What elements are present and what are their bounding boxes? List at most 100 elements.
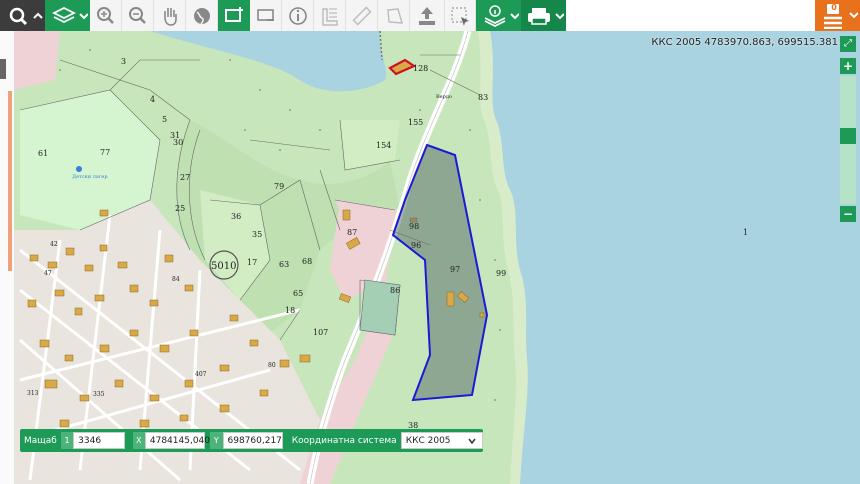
parcel-label: 61: [38, 149, 48, 158]
x-coordinate-prefix: X: [132, 432, 145, 449]
expand-icon: ⤢: [844, 38, 852, 49]
parcel-label: 83: [478, 93, 488, 102]
parcel-label: 35: [252, 230, 262, 239]
info-button[interactable]: [282, 0, 314, 31]
parcel-label: 97: [450, 265, 460, 274]
parcel-label: 99: [496, 269, 506, 278]
y-coordinate-prefix: Y: [210, 432, 223, 449]
parcel-label: 98: [409, 222, 419, 231]
print-icon: [527, 7, 564, 25]
search-button[interactable]: [0, 0, 45, 31]
info-icon: [288, 6, 307, 25]
zoom-thumb[interactable]: [840, 128, 856, 144]
layer-info-icon: [484, 4, 519, 27]
polygon-icon: [386, 7, 403, 24]
zoom-slider[interactable]: + −: [840, 58, 856, 222]
parcel-label: 335: [93, 391, 105, 398]
upload-button[interactable]: [410, 0, 445, 31]
main-toolbar: 0: [0, 0, 860, 32]
zoom-track[interactable]: [840, 76, 856, 204]
camp-marker-icon: [76, 166, 82, 172]
crs-select-value: ККС 2005: [405, 436, 451, 446]
parcel-label: 65: [293, 289, 303, 298]
measure-distance-button[interactable]: [346, 0, 378, 31]
layers-button[interactable]: [45, 0, 90, 31]
parcel-label: 128: [413, 64, 428, 73]
parcel-label: 4: [150, 95, 155, 104]
zoom-in-small-button[interactable]: +: [840, 58, 856, 74]
polygon-button[interactable]: [378, 0, 410, 31]
minus-icon: −: [842, 207, 854, 221]
parcel-label: 155: [408, 118, 423, 127]
dashed-select-icon: [451, 6, 469, 26]
full-extent-button[interactable]: [186, 0, 218, 31]
zoom-out-icon: [128, 6, 146, 24]
parcel-label: 63: [279, 260, 289, 269]
zoom-out-small-button[interactable]: −: [840, 206, 856, 222]
parcel-label: 96: [411, 241, 421, 250]
parcel-label: 5010: [211, 261, 236, 272]
parcel-label: 18: [285, 306, 295, 315]
coordinates-readout: ККС 2005 4783970.863, 699515.381: [651, 37, 838, 48]
parcel-label: 17: [247, 258, 257, 267]
scale-input[interactable]: 3346: [73, 432, 126, 449]
parcel-label: 5: [162, 115, 167, 124]
parcel-label: 79: [274, 182, 284, 191]
parcel-label: 36: [231, 212, 241, 221]
panel-tab[interactable]: [0, 59, 6, 79]
select-rectangle-button[interactable]: [218, 0, 250, 31]
select-region-button[interactable]: [250, 0, 282, 31]
parcel-label: 407: [195, 371, 207, 378]
crs-label: Координатна система: [291, 435, 397, 446]
fullscreen-button[interactable]: ⤢: [840, 36, 856, 52]
parcel-label: 80: [268, 362, 276, 369]
parcel-label: 86: [390, 286, 400, 295]
parcel-label: 3: [121, 57, 126, 66]
scale-label: Мащаб: [24, 435, 57, 446]
y-coordinate-field[interactable]: 698760,217: [222, 432, 283, 449]
pan-hand-icon: [163, 7, 177, 26]
dashed-select-button[interactable]: [445, 0, 476, 31]
x-coordinate-field[interactable]: 4784145,040: [144, 432, 210, 449]
parcel-label: 30: [173, 138, 183, 147]
parcel-label: 313: [27, 390, 39, 397]
measure-distance-icon: [352, 6, 371, 25]
parcel-label: 68: [302, 257, 312, 266]
select-rectangle-icon: [225, 6, 243, 22]
crs-select[interactable]: ККС 2005: [400, 432, 483, 449]
scale-prefix: 1: [60, 432, 74, 449]
zoom-out-button[interactable]: [122, 0, 154, 31]
measure-area-button[interactable]: [314, 0, 346, 31]
select-region-icon: [256, 8, 274, 21]
upload-icon: [419, 6, 435, 25]
map-svg: 3 4 5 31 30 27 25 17 61 77 79 36 35 63 6…: [14, 31, 860, 484]
sea-area: [490, 31, 860, 484]
map-status-bar: Мащаб 1 3346 X 4784145,040 Y 698760,217 …: [20, 429, 483, 452]
place-label: Вердо: [436, 94, 452, 100]
parcel-label: 87: [347, 228, 357, 237]
print-button[interactable]: [521, 0, 566, 31]
parcel-label: 154: [376, 141, 391, 150]
chevron-down-icon: [468, 438, 476, 445]
plus-icon: +: [842, 59, 854, 73]
parcel-label: 47: [44, 270, 52, 277]
results-count-badge: 0: [831, 3, 837, 12]
parcel-label: 84: [172, 276, 180, 283]
map-canvas[interactable]: 3 4 5 31 30 27 25 17 61 77 79 36 35 63 6…: [14, 31, 860, 484]
zoom-in-button[interactable]: [90, 0, 122, 31]
measure-area-icon: [321, 7, 338, 26]
parcel-label: 77: [100, 148, 110, 157]
panel-accent-strip: [8, 91, 12, 271]
results-panel-button[interactable]: 0: [815, 0, 860, 31]
layers-icon: [51, 6, 88, 23]
left-side-panel-handle[interactable]: [0, 31, 15, 484]
parcel-label: 25: [175, 204, 185, 213]
parcel-label: 42: [50, 241, 58, 248]
search-icon: [9, 7, 43, 25]
pan-button[interactable]: [154, 0, 186, 31]
parcel-label: 1: [743, 228, 748, 237]
camp-label: Детски лагер: [72, 174, 108, 180]
globe-icon: [193, 7, 210, 25]
parcel-label: 107: [313, 328, 328, 337]
layer-info-button[interactable]: [476, 0, 521, 31]
